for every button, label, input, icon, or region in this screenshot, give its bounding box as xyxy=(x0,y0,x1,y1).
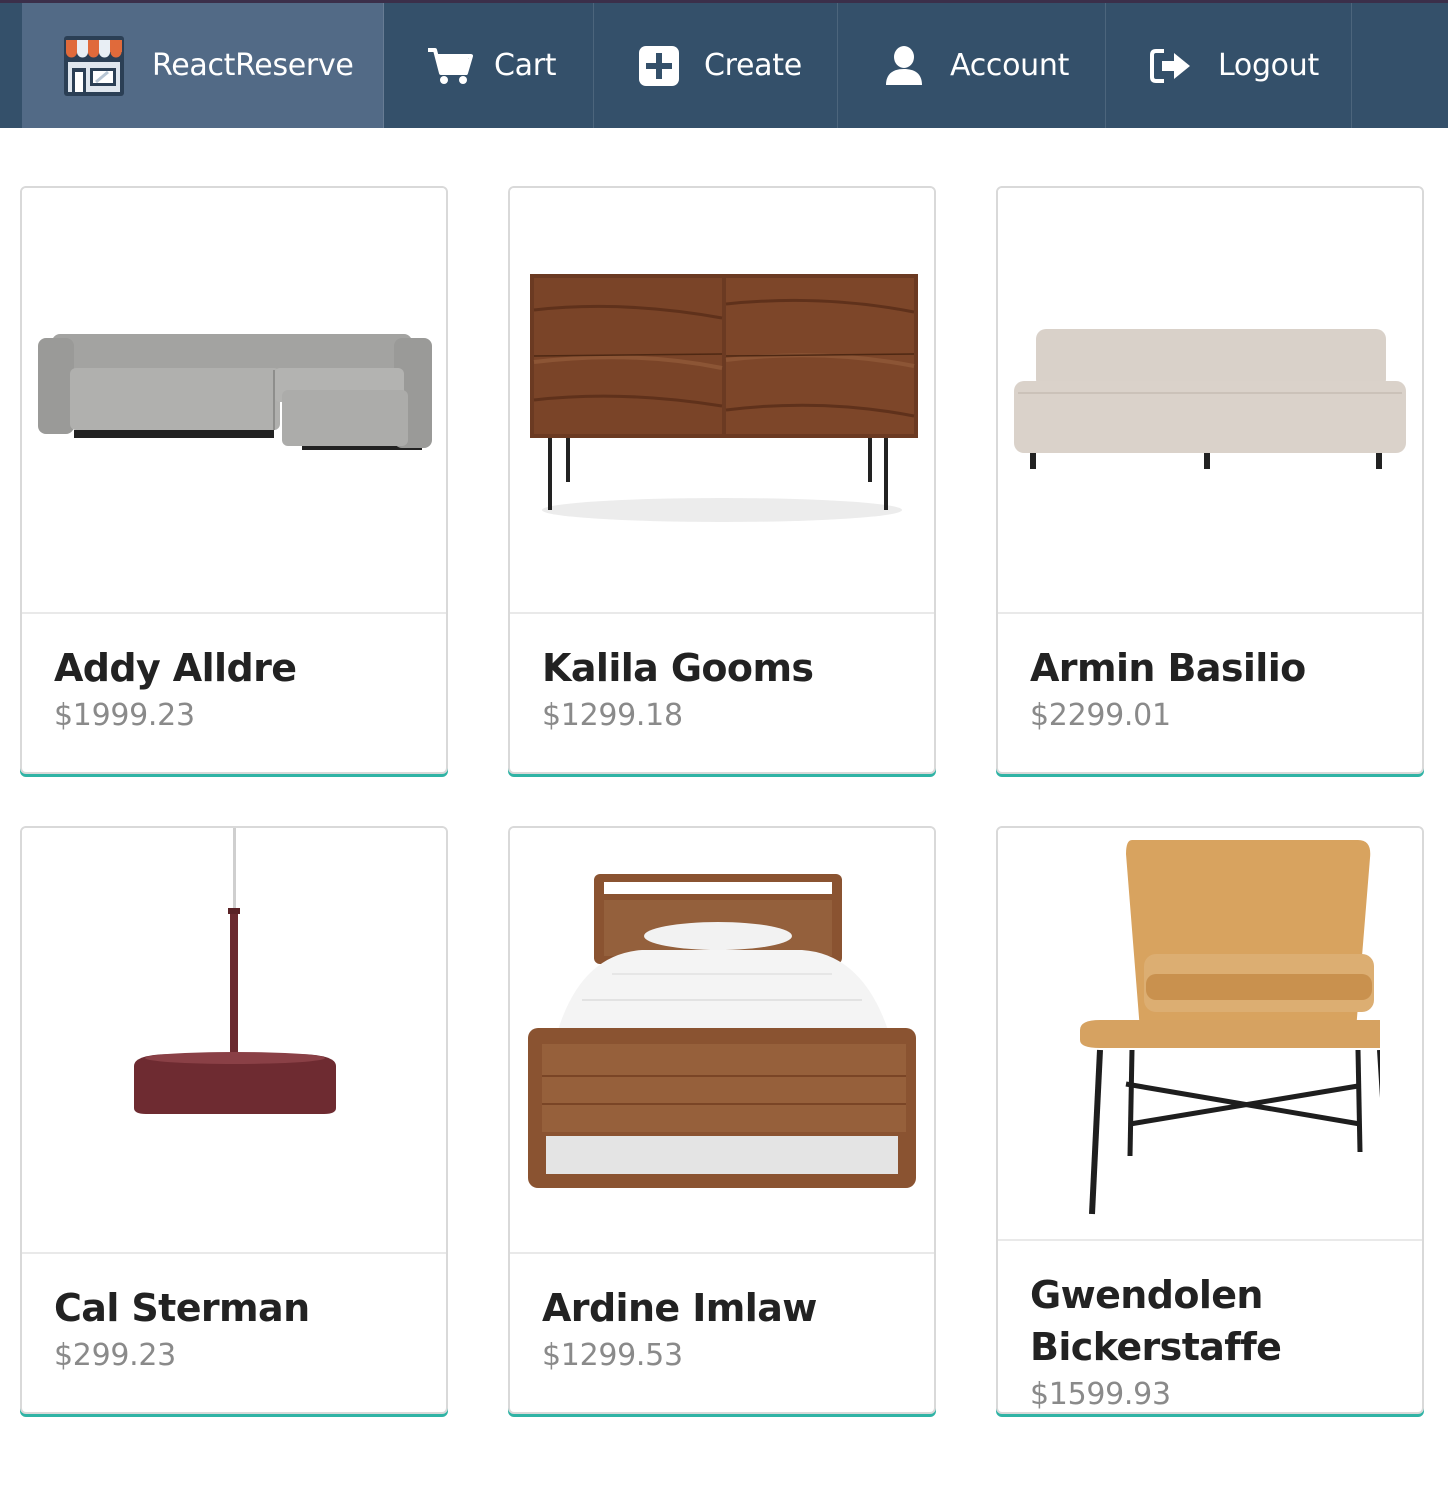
product-image-wooden-bed xyxy=(510,828,934,1254)
product-name: Armin Basilio xyxy=(1030,646,1306,690)
product-card[interactable]: Gwendolen Bickerstaffe $1599.93 xyxy=(996,826,1424,1414)
product-price: $1599.93 xyxy=(1030,1377,1171,1412)
product-card[interactable]: Armin Basilio $2299.01 xyxy=(996,186,1424,774)
product-price: $1299.18 xyxy=(542,698,683,733)
nav-account[interactable]: Account xyxy=(838,3,1106,128)
product-name: Addy Alldre xyxy=(54,646,297,690)
product-grid: Addy Alldre $1999.23 Kalila Gooms $1299.… xyxy=(20,186,1424,1414)
nav-cart[interactable]: Cart xyxy=(384,3,594,128)
user-icon xyxy=(884,45,924,87)
top-menu: ReactReserve Cart Create Account Logout xyxy=(0,0,1448,128)
product-price: $1999.23 xyxy=(54,698,195,733)
product-card[interactable]: Addy Alldre $1999.23 xyxy=(20,186,448,774)
product-price: $1299.53 xyxy=(542,1338,683,1373)
cart-icon xyxy=(426,46,474,86)
product-image-armless-sofa xyxy=(998,188,1422,614)
nav-cart-label: Cart xyxy=(494,48,557,83)
product-image-sectional-sofa xyxy=(22,188,446,614)
nav-brand-label: ReactReserve xyxy=(152,48,354,83)
nav-create[interactable]: Create xyxy=(594,3,838,128)
nav-create-label: Create xyxy=(704,48,802,83)
product-name: Ardine Imlaw xyxy=(542,1286,817,1330)
nav-account-label: Account xyxy=(950,48,1070,83)
storefront-icon xyxy=(60,32,128,100)
product-name: Cal Sterman xyxy=(54,1286,310,1330)
plus-square-icon xyxy=(638,45,680,87)
product-price: $2299.01 xyxy=(1030,698,1171,733)
product-card[interactable]: Cal Sterman $299.23 xyxy=(20,826,448,1414)
sign-out-icon xyxy=(1148,47,1192,85)
product-price: $299.23 xyxy=(54,1338,176,1373)
product-card[interactable]: Kalila Gooms $1299.18 xyxy=(508,186,936,774)
product-image-walnut-dresser xyxy=(510,188,934,614)
product-image-leather-lounge-chair xyxy=(998,828,1422,1241)
nav-logout[interactable]: Logout xyxy=(1106,3,1352,128)
product-image-pendant-lamp xyxy=(22,828,446,1254)
nav-logout-label: Logout xyxy=(1218,48,1319,83)
product-name: Kalila Gooms xyxy=(542,646,814,690)
product-name: Gwendolen Bickerstaffe xyxy=(1030,1273,1282,1369)
nav-brand-home[interactable]: ReactReserve xyxy=(22,3,384,128)
product-card[interactable]: Ardine Imlaw $1299.53 xyxy=(508,826,936,1414)
